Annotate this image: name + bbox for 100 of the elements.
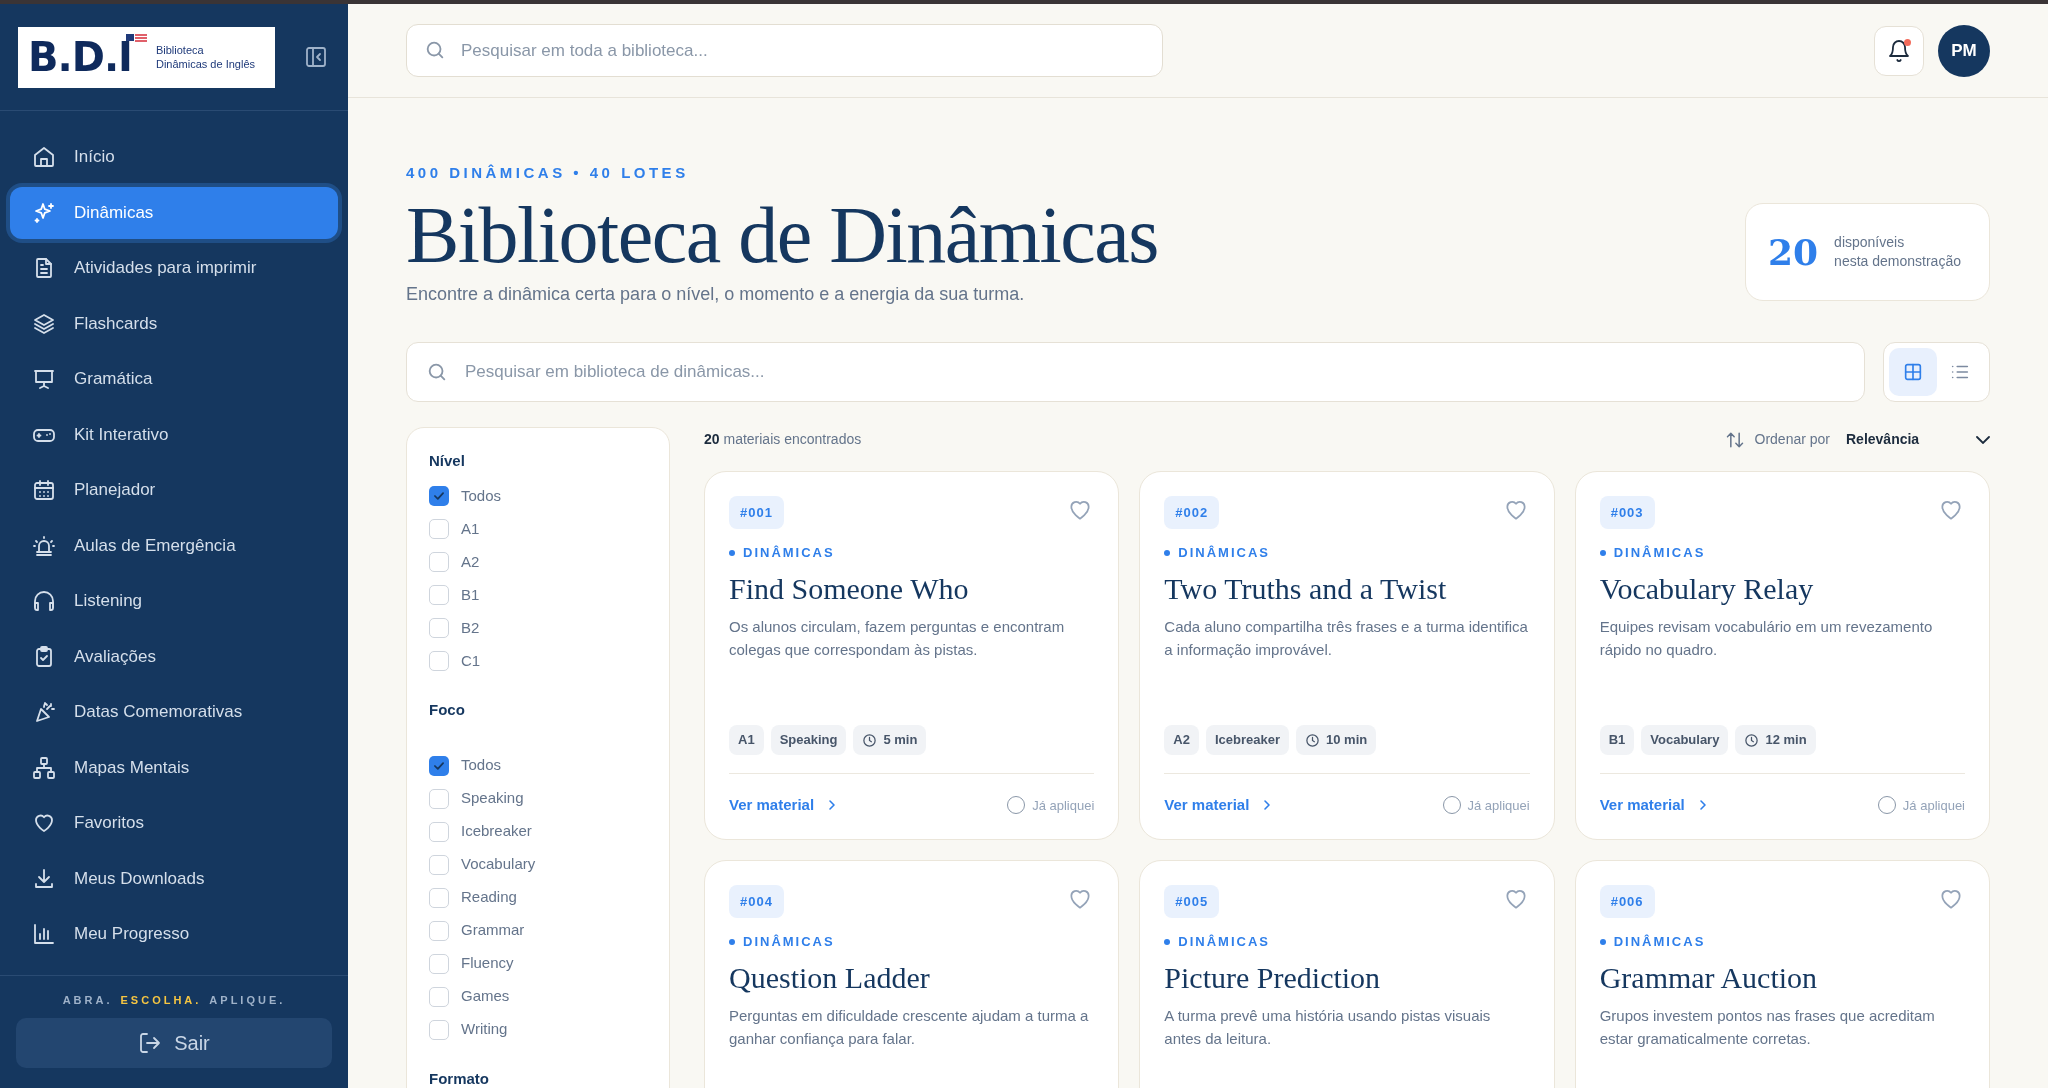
- sidebar-item[interactable]: Planejador: [10, 464, 338, 516]
- tagline-word: ABRA.: [62, 992, 113, 1008]
- card-number: #004: [729, 884, 784, 918]
- checkbox[interactable]: [429, 585, 449, 605]
- level-tag: B1: [1599, 725, 1635, 755]
- filter-option[interactable]: Games: [429, 986, 647, 1007]
- sidebar-item[interactable]: Gramática: [10, 353, 338, 405]
- calendar-icon: [32, 478, 56, 502]
- library-search-field[interactable]: Pesquisar em biblioteca de dinâmicas...: [406, 341, 1865, 402]
- clock-icon: [862, 732, 878, 748]
- applied-toggle[interactable]: Já apliquei: [1007, 795, 1095, 815]
- card-category: DINÂMICAS: [1178, 544, 1270, 562]
- checkbox[interactable]: [429, 651, 449, 671]
- sidebar-item[interactable]: Avaliações: [10, 630, 338, 683]
- filter-option[interactable]: Vocabulary: [429, 854, 647, 875]
- notifications-button[interactable]: [1874, 25, 1924, 76]
- filter-option[interactable]: Fluency: [429, 953, 647, 974]
- focus-tag: Vocabulary: [1641, 725, 1729, 755]
- filter-option[interactable]: Reading: [429, 887, 647, 908]
- filter-option[interactable]: Icebreaker: [429, 821, 647, 842]
- filter-option[interactable]: Todos: [429, 755, 647, 776]
- sidebar-item[interactable]: Meu Progresso: [10, 908, 338, 960]
- sidebar-item[interactable]: Listening: [10, 575, 338, 627]
- stat-value: 20: [1768, 230, 1819, 275]
- checkmark-icon: [432, 489, 446, 503]
- checkbox[interactable]: [429, 552, 449, 572]
- card-category: DINÂMICAS: [1178, 933, 1270, 951]
- level-tag: A2: [1164, 725, 1199, 755]
- stat-label: nesta demonstração: [1834, 252, 1961, 271]
- card-number: #001: [729, 495, 784, 529]
- sort-dropdown[interactable]: Ordenar por Relevância: [1724, 429, 1990, 450]
- card-description: A turma prevê uma história usando pistas visuais antes da leitura.: [1164, 1005, 1492, 1049]
- card-number: #006: [1599, 884, 1655, 918]
- chevron-down-icon: [1976, 435, 1990, 444]
- checkbox[interactable]: [429, 986, 449, 1007]
- user-avatar[interactable]: PM: [1938, 24, 1990, 77]
- network-icon: [32, 755, 56, 780]
- filter-option[interactable]: B2: [429, 618, 647, 638]
- checkbox[interactable]: [429, 887, 449, 908]
- card-title: Picture Prediction: [1164, 959, 1382, 996]
- tagline-word: APLIQUE.: [209, 992, 286, 1008]
- duration-tag: 12 min: [1735, 725, 1816, 755]
- sidebar-item[interactable]: Kit Interativo: [10, 408, 338, 461]
- checkbox[interactable]: [429, 755, 449, 776]
- sidebar-item[interactable]: Datas Comemorativas: [10, 686, 338, 738]
- layers-icon: [32, 311, 56, 336]
- filter-option[interactable]: A1: [429, 519, 647, 539]
- filter-option[interactable]: Todos: [429, 486, 647, 506]
- sidebar-item[interactable]: Atividades para imprimir: [10, 242, 338, 294]
- filter-option[interactable]: A2: [429, 552, 647, 572]
- logout-icon: [138, 1031, 163, 1055]
- sidebar-item[interactable]: Favoritos: [10, 797, 338, 849]
- duration-tag: 5 min: [853, 725, 927, 755]
- filter-option[interactable]: Writing: [429, 1019, 647, 1040]
- logo-text: Biblioteca: [155, 43, 205, 57]
- checkbox[interactable]: [429, 821, 449, 842]
- filter-option[interactable]: Grammar: [429, 920, 647, 941]
- sidebar-item[interactable]: Início: [10, 131, 338, 183]
- sidebar-item[interactable]: Meus Downloads: [10, 852, 338, 905]
- filter-option[interactable]: B1: [429, 585, 647, 605]
- logo[interactable]: B.D.I Biblioteca Dinâmicas de Inglês: [18, 26, 275, 88]
- checkbox[interactable]: [429, 788, 449, 809]
- checkbox[interactable]: [429, 618, 449, 638]
- siren-icon: [32, 533, 56, 558]
- card-title: Find Someone Who: [729, 570, 970, 607]
- checkbox[interactable]: [429, 854, 449, 875]
- logout-button[interactable]: Sair: [16, 1018, 332, 1068]
- view-material-link[interactable]: Ver material: [1164, 794, 1276, 817]
- bar-chart-icon: [32, 922, 56, 946]
- card-category: DINÂMICAS: [1613, 544, 1706, 562]
- global-search-field[interactable]: Pesquisar em toda a biblioteca...: [406, 24, 1163, 77]
- view-material-link[interactable]: Ver material: [1599, 794, 1711, 817]
- page-title: Biblioteca de Dinâmicas: [406, 192, 1158, 277]
- filter-heading: Foco: [429, 700, 466, 720]
- headphones-icon: [32, 589, 56, 613]
- view-material-link[interactable]: Ver material: [729, 794, 841, 817]
- sidebar-item[interactable]: Flashcards: [10, 297, 338, 350]
- card-description: Grupos investem pontos nas frases que acreditam estar gramaticalmente corretas.: [1599, 1005, 1936, 1049]
- applied-toggle[interactable]: Já apliquei: [1442, 795, 1530, 815]
- sidebar-item[interactable]: Mapas Mentais: [10, 741, 338, 794]
- sidebar-item[interactable]: Aulas de Emergência: [10, 519, 338, 572]
- applied-toggle[interactable]: Já apliquei: [1877, 795, 1965, 815]
- checkbox[interactable]: [429, 920, 449, 941]
- clock-icon: [1744, 732, 1760, 748]
- checkbox[interactable]: [429, 486, 449, 506]
- presentation-icon: [32, 367, 56, 391]
- card-description: Perguntas em dificuldade crescente ajudam a turma a ganhar confiança para falar.: [729, 1005, 1090, 1049]
- checkbox[interactable]: [429, 1019, 449, 1040]
- checkbox[interactable]: [429, 953, 449, 974]
- filter-option[interactable]: Speaking: [429, 788, 647, 809]
- card-number: #005: [1164, 884, 1220, 918]
- focus-tag: Icebreaker: [1205, 725, 1289, 755]
- section-kicker: 400 DINÂMICAS • 40 LOTES: [406, 163, 690, 183]
- sort-label: Ordenar por: [1754, 430, 1830, 449]
- checkbox[interactable]: [429, 519, 449, 539]
- grid-view-button[interactable]: [1889, 347, 1937, 396]
- filter-option[interactable]: C1: [429, 651, 647, 671]
- card-category: DINÂMICAS: [1613, 933, 1706, 951]
- focus-tag: Speaking: [770, 725, 847, 755]
- bell-icon: [1887, 38, 1911, 63]
